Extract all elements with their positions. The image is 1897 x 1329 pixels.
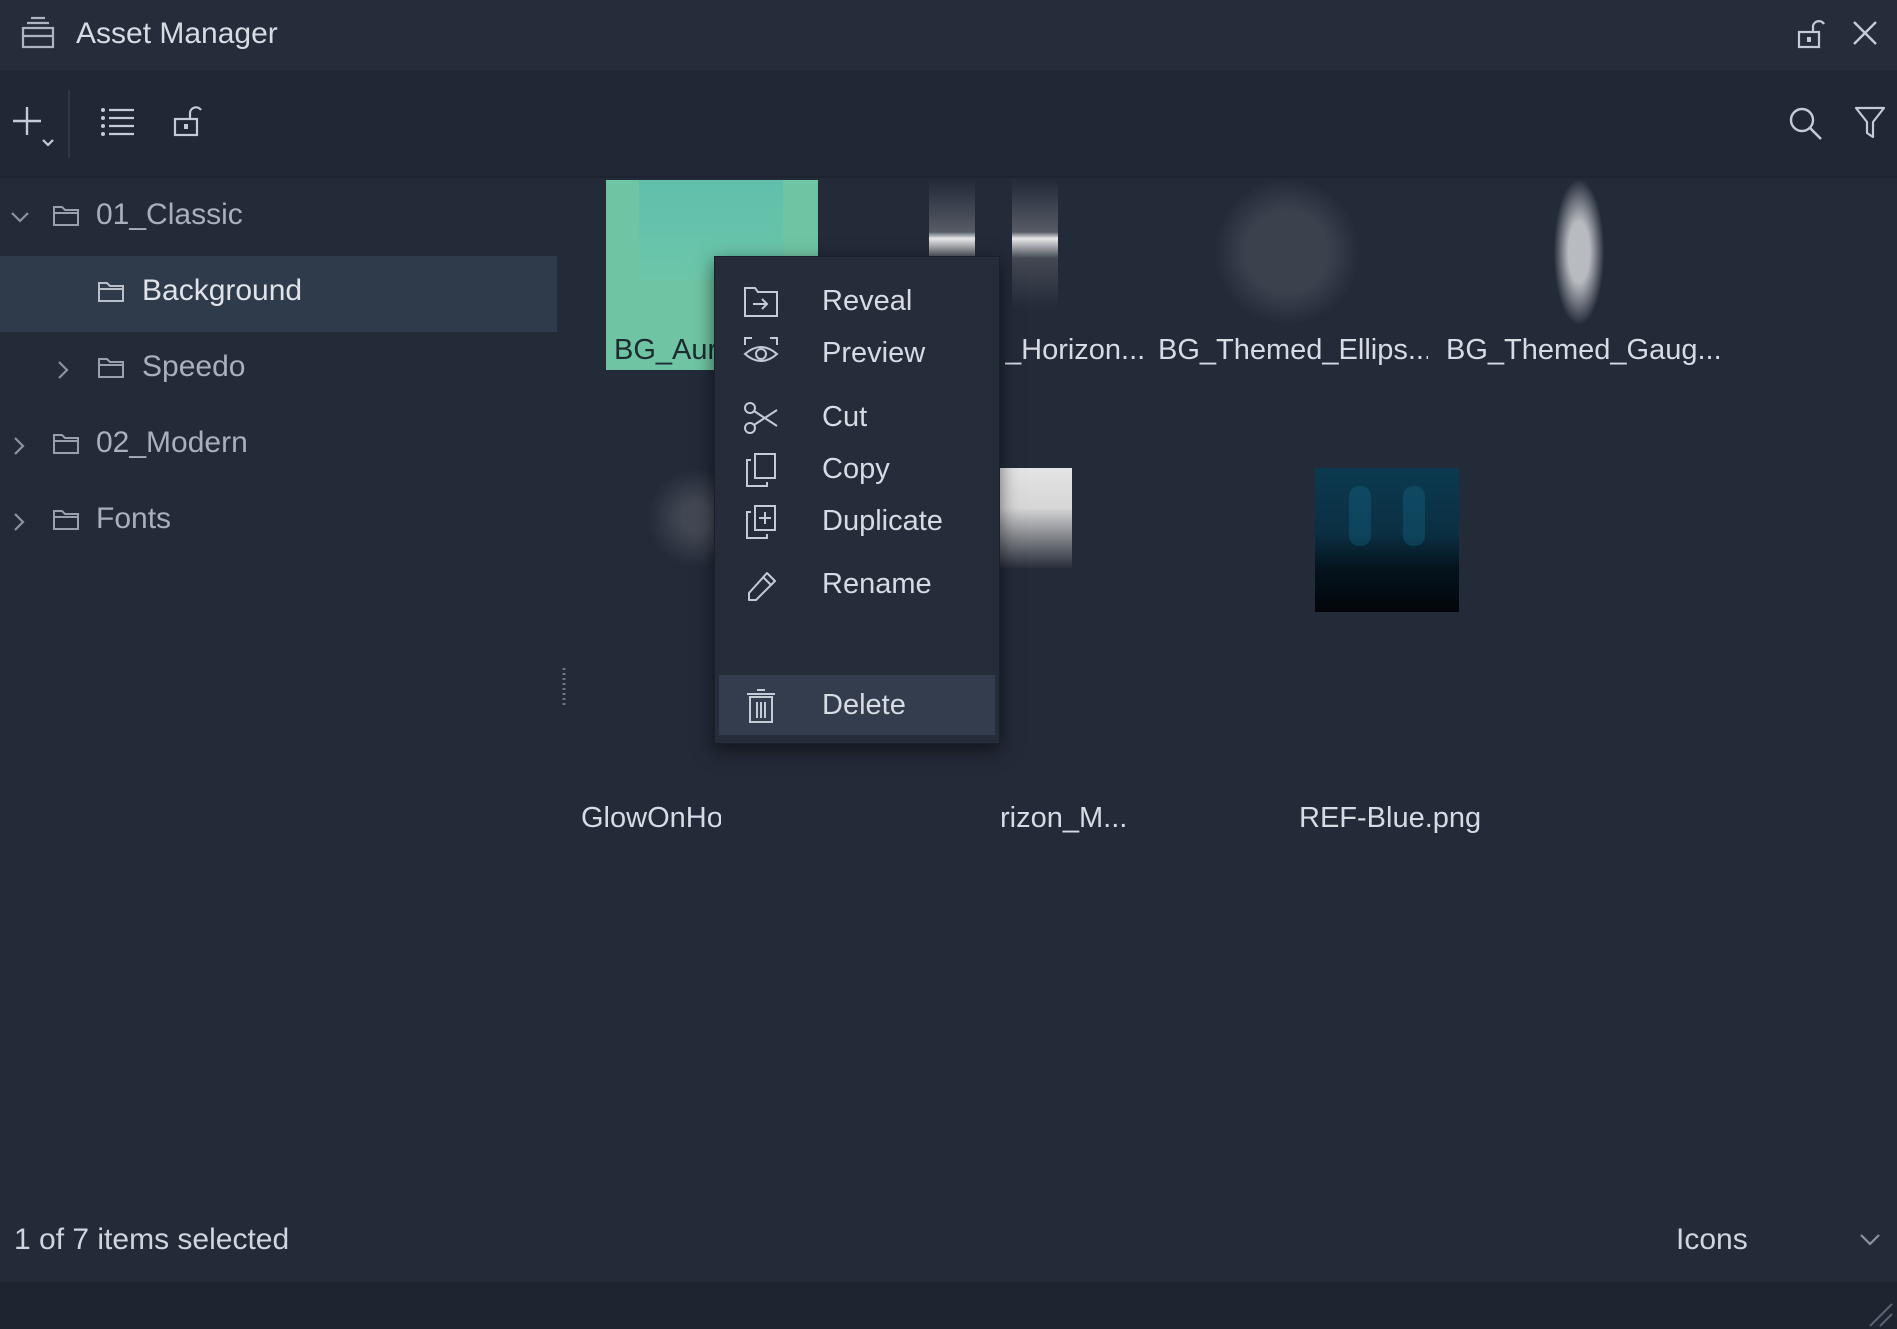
tree-item-fonts[interactable]: Fonts [0, 484, 557, 560]
asset-label: BG_Themed_Ellips... [1158, 334, 1428, 366]
copy-icon [746, 453, 776, 487]
tree-item-speedo[interactable]: Speedo [0, 332, 557, 408]
asset-label: BG_Aur [614, 334, 718, 366]
menu-item-rename[interactable]: Rename [719, 554, 995, 614]
trash-icon [747, 689, 775, 723]
folder-icon [98, 282, 124, 302]
context-menu: Reveal Preview Cut Copy Duplicate Rename… [714, 256, 1000, 744]
asset-thumbnail [1012, 180, 1058, 310]
folder-icon [53, 510, 79, 530]
asset-label: GlowOnHo [581, 802, 721, 834]
menu-item-preview[interactable]: Preview [719, 323, 995, 383]
tree-item-02-modern[interactable]: 02_Modern [0, 408, 557, 484]
unlock-icon[interactable] [1796, 18, 1826, 50]
asset-label: BG_Themed_Gaug... [1446, 334, 1722, 366]
menu-item-copy[interactable]: Copy [719, 439, 995, 499]
tree-item-label: 01_Classic [96, 198, 243, 231]
folder-icon [53, 206, 79, 226]
folder-icon [53, 434, 79, 454]
duplicate-icon [746, 505, 776, 539]
chevron-right-icon[interactable] [56, 360, 70, 380]
unlock-icon[interactable] [172, 104, 204, 138]
title-bar: Asset Manager [0, 0, 1897, 70]
asset-label: rizon_M... [1000, 802, 1128, 834]
tree-item-01-classic[interactable]: 01_Classic [0, 180, 557, 256]
toolbar [0, 70, 1897, 178]
scissors-icon [744, 402, 778, 434]
asset-thumbnail [1215, 180, 1359, 324]
search-icon[interactable] [1788, 106, 1824, 142]
menu-item-label: Rename [822, 568, 932, 600]
folder-tree: 01_Classic Background Speedo 02_Modern F… [0, 180, 557, 1200]
chevron-right-icon[interactable] [12, 512, 26, 532]
status-bar: 1 of 7 items selected Icons [0, 1200, 1897, 1282]
menu-item-label: Preview [822, 337, 926, 369]
tree-item-label: 02_Modern [96, 426, 248, 459]
asset-label: _Horizon... [1005, 334, 1145, 366]
menu-item-label: Copy [822, 453, 890, 485]
asset-thumbnail [1554, 180, 1604, 324]
tree-item-label: Background [142, 274, 303, 307]
eye-icon [743, 337, 779, 362]
view-mode-select[interactable]: Icons [1676, 1223, 1748, 1257]
reveal-icon [744, 287, 778, 317]
menu-item-delete[interactable]: Delete [719, 675, 995, 735]
menu-item-label: Cut [822, 401, 868, 433]
chevron-right-icon[interactable] [12, 436, 26, 456]
asset-thumbnail [1000, 468, 1072, 568]
menu-item-label: Duplicate [822, 505, 943, 537]
window-footer [0, 1282, 1897, 1329]
tree-item-label: Fonts [96, 502, 172, 535]
menu-item-label: Reveal [822, 285, 913, 317]
menu-item-cut[interactable]: Cut [719, 387, 995, 447]
menu-item-duplicate[interactable]: Duplicate [719, 491, 995, 551]
chevron-down-icon[interactable] [1858, 1232, 1882, 1248]
add-dropdown-button[interactable] [10, 106, 58, 148]
close-icon[interactable] [1850, 18, 1880, 48]
filter-icon[interactable] [1854, 106, 1886, 140]
folder-icon [98, 358, 124, 378]
tree-item-background[interactable]: Background [0, 256, 557, 332]
asset-label: REF-Blue.png [1299, 802, 1482, 834]
asset-thumbnail [1315, 468, 1459, 612]
menu-item-reveal[interactable]: Reveal [719, 271, 995, 331]
menu-item-label: Delete [822, 689, 906, 721]
window-title: Asset Manager [76, 17, 278, 50]
asset-tile[interactable]: BG_Themed_Gaug... [1443, 180, 1733, 370]
asset-tile[interactable]: BG_Themed_Ellips... [1155, 180, 1428, 370]
tree-item-label: Speedo [142, 350, 246, 383]
pencil-icon [748, 572, 776, 601]
asset-manager-icon [21, 16, 55, 49]
chevron-down-icon[interactable] [10, 210, 30, 224]
list-view-icon[interactable] [100, 106, 136, 138]
selection-status: 1 of 7 items selected [14, 1223, 290, 1256]
panel-splitter-handle[interactable] [560, 668, 568, 706]
asset-tile[interactable]: REF-Blue.png [1215, 468, 1485, 834]
resize-grip-icon[interactable] [1866, 1300, 1894, 1328]
toolbar-separator [68, 90, 70, 158]
